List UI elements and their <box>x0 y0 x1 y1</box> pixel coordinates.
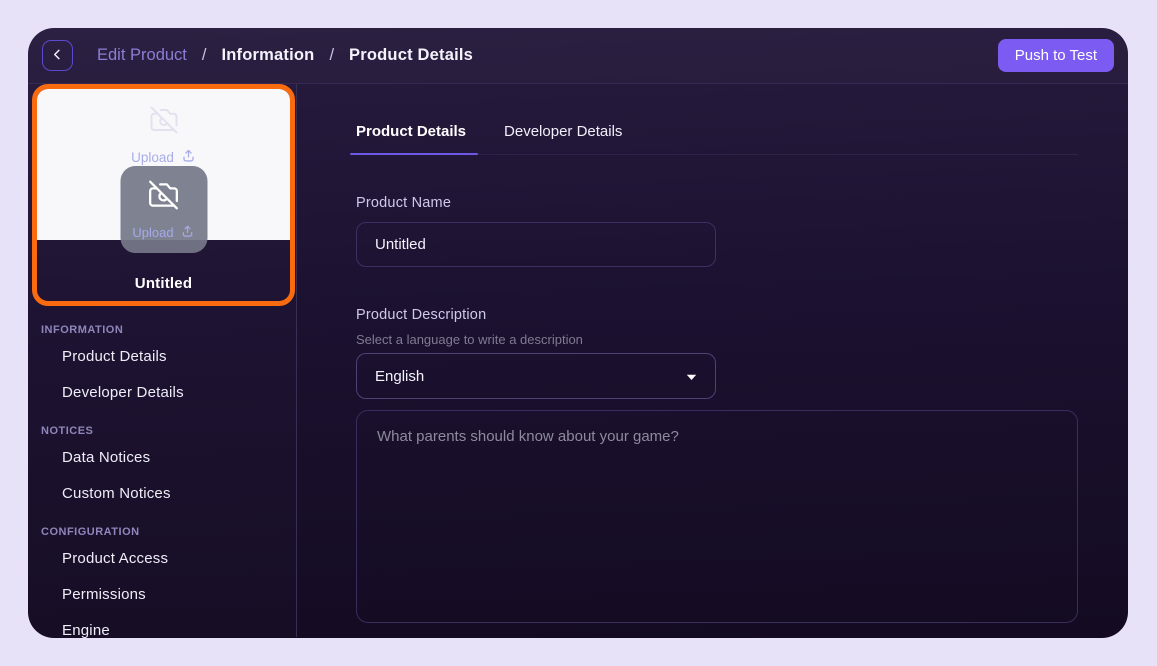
breadcrumb: Edit Product / Information / Product Det… <box>97 46 473 65</box>
sidebar-item-permissions[interactable]: Permissions <box>28 586 296 603</box>
sidebar-item-engine[interactable]: Engine <box>28 622 296 638</box>
camera-off-icon <box>148 179 180 216</box>
camera-off-icon <box>149 105 179 140</box>
back-chevron-icon <box>52 48 63 63</box>
language-select[interactable]: English <box>356 353 716 399</box>
detail-tabs: Product Details Developer Details <box>356 123 1078 155</box>
nav-section-configuration: CONFIGURATION Product Access Permissions… <box>28 526 296 638</box>
top-bar: Edit Product / Information / Product Det… <box>28 28 1128 84</box>
description-textarea[interactable] <box>356 410 1078 623</box>
sidebar-item-custom-notices[interactable]: Custom Notices <box>28 485 296 502</box>
sidebar-divider <box>296 84 297 637</box>
sidebar-item-data-notices[interactable]: Data Notices <box>28 449 296 466</box>
back-button[interactable] <box>42 40 73 71</box>
language-selected-value: English <box>375 368 424 385</box>
main-content: Product Details Developer Details Produc… <box>297 84 1128 637</box>
icon-upload-tile[interactable]: Upload <box>120 166 207 253</box>
tile-upload-button[interactable]: Upload <box>132 224 194 241</box>
banner-upload-label: Upload <box>131 150 174 165</box>
sidebar-item-developer-details[interactable]: Developer Details <box>28 384 296 401</box>
push-to-test-button[interactable]: Push to Test <box>998 39 1114 72</box>
sidebar: Upload <box>28 84 296 637</box>
breadcrumb-information[interactable]: Information <box>221 46 314 65</box>
nav-section-title: NOTICES <box>28 425 296 437</box>
nav-section-title: INFORMATION <box>28 324 296 336</box>
breadcrumb-separator: / <box>329 46 334 65</box>
breadcrumb-product-details: Product Details <box>349 46 473 65</box>
sidebar-item-product-details[interactable]: Product Details <box>28 348 296 365</box>
banner-upload-button[interactable]: Upload <box>131 148 196 166</box>
product-title: Untitled <box>37 275 290 292</box>
nav-section-information: INFORMATION Product Details Developer De… <box>28 324 296 401</box>
upload-arrow-icon <box>181 224 195 241</box>
product-name-label: Product Name <box>356 195 1078 211</box>
nav-section-notices: NOTICES Data Notices Custom Notices <box>28 425 296 502</box>
chevron-down-icon <box>686 368 697 385</box>
upload-arrow-icon <box>181 148 196 166</box>
breadcrumb-separator: / <box>202 46 207 65</box>
tab-product-details[interactable]: Product Details <box>356 123 466 154</box>
product-description-label: Product Description <box>356 307 1078 323</box>
product-name-input[interactable] <box>356 222 716 267</box>
tab-developer-details[interactable]: Developer Details <box>504 123 622 154</box>
nav-section-title: CONFIGURATION <box>28 526 296 538</box>
sidebar-item-product-access[interactable]: Product Access <box>28 550 296 567</box>
language-helper-text: Select a language to write a description <box>356 332 1078 347</box>
window-body: Upload <box>28 84 1128 637</box>
breadcrumb-edit-product[interactable]: Edit Product <box>97 46 187 65</box>
app-window: Edit Product / Information / Product Det… <box>28 28 1128 638</box>
product-art-upload-card[interactable]: Upload <box>32 84 295 306</box>
tile-upload-label: Upload <box>132 225 173 240</box>
